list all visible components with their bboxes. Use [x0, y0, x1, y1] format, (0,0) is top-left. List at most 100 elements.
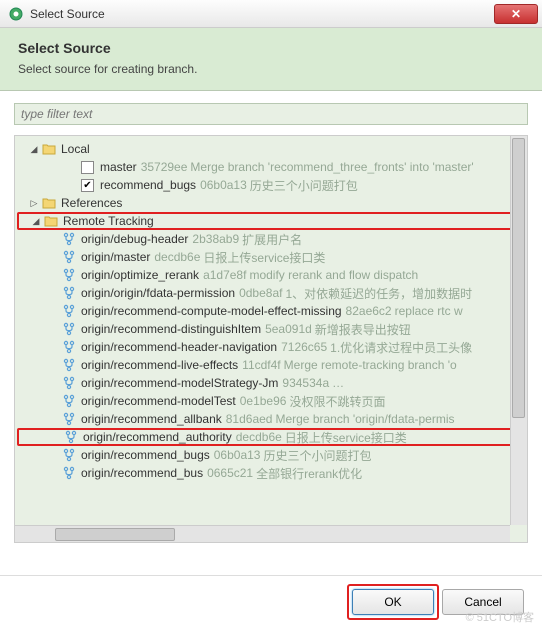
commit-hash: 82ae6c2: [346, 304, 392, 318]
commit-hash: 0dbe8af: [239, 286, 282, 300]
ok-button-highlight: OK: [352, 589, 434, 615]
tree-branch-remote[interactable]: origin/origin/fdata-permission0dbe8af1、对…: [17, 284, 527, 302]
tree-branch-remote[interactable]: origin/recommend-header-navigation 7126c6…: [17, 338, 527, 356]
node-icon: [61, 447, 77, 463]
commit-hash: 81d6aed: [226, 412, 273, 426]
tree-branch-remote[interactable]: origin/recommend-modelStrategy-Jm 934534a…: [17, 374, 527, 392]
commit-hash: 934534a: [282, 376, 329, 390]
expander-icon: ◢: [31, 216, 41, 226]
expander-icon: [49, 162, 59, 172]
scrollbar-thumb[interactable]: [55, 528, 175, 541]
source-tree: ◢Localmaster35729eeMerge branch 'recomme…: [15, 136, 527, 486]
node-icon: [61, 321, 77, 337]
branch-name: origin/optimize_rerank: [81, 268, 199, 282]
node-icon: [43, 213, 59, 229]
commit-msg: replace rtc w: [395, 304, 463, 318]
expander-icon: [49, 360, 59, 370]
node-icon: [61, 285, 77, 301]
node-icon: [63, 429, 79, 445]
tree-branch-local[interactable]: ✔recommend_bugs06b0a13历史三个小问题打包: [17, 176, 527, 194]
commit-hash: decdb6e: [154, 250, 200, 264]
branch-name: origin/debug-header: [81, 232, 188, 246]
node-icon: [61, 339, 77, 355]
tree-scroll[interactable]: ◢Localmaster35729eeMerge branch 'recomme…: [15, 136, 527, 526]
commit-msg: 扩展用户名: [242, 231, 302, 248]
tree-folder-references[interactable]: ▷References: [17, 194, 527, 212]
ok-button[interactable]: OK: [352, 589, 434, 615]
node-icon: [41, 141, 57, 157]
commit-msg: 新增报表导出按钮: [315, 321, 411, 338]
node-icon: [61, 267, 77, 283]
cancel-button[interactable]: Cancel: [442, 589, 524, 615]
checkbox-icon[interactable]: [81, 161, 94, 174]
expander-icon: [49, 252, 59, 262]
tree-branch-remote[interactable]: origin/recommend_bugs06b0a13历史三个小问题打包: [17, 446, 527, 464]
node-icon: [61, 357, 77, 373]
tree-branch-remote[interactable]: origin/recommend-live-effects11cdf4fMerg…: [17, 356, 527, 374]
expander-icon: [49, 468, 59, 478]
node-icon: [61, 231, 77, 247]
expander-icon: [49, 180, 59, 190]
vertical-scrollbar[interactable]: [510, 136, 527, 525]
folder-label: References: [61, 196, 122, 210]
node-icon: [61, 393, 77, 409]
commit-msg: Merge remote-tracking branch 'o: [284, 358, 457, 372]
tree-branch-remote[interactable]: origin/recommend_authority decdb6e日报上传ser…: [17, 428, 527, 446]
tree-branch-remote[interactable]: origin/debug-header 2b38ab9扩展用户名: [17, 230, 527, 248]
node-icon: [61, 303, 77, 319]
close-button[interactable]: ✕: [494, 4, 538, 24]
commit-msg: Merge branch 'recommend_three_fronts' in…: [190, 160, 473, 174]
tree-branch-remote[interactable]: origin/recommend-distinguishItem5ea091d新…: [17, 320, 527, 338]
branch-name: origin/recommend_authority: [83, 430, 232, 444]
commit-hash: 06b0a13: [214, 448, 261, 462]
tree-branch-remote[interactable]: origin/optimize_rerank a1d7e8fmodify rera…: [17, 266, 527, 284]
commit-hash: decdb6e: [236, 430, 282, 444]
commit-msg: 没权限不跳转页面: [289, 393, 385, 410]
commit-msg: 1、对依赖延迟的任务，增加数据时: [285, 285, 472, 302]
node-icon: [61, 249, 77, 265]
branch-name: recommend_bugs: [100, 178, 196, 192]
horizontal-scrollbar[interactable]: [15, 525, 510, 542]
expander-icon: [49, 324, 59, 334]
commit-msg: 1.优化请求过程中员工头像: [330, 339, 472, 356]
expander-icon: [49, 414, 59, 424]
commit-hash: a1d7e8f: [203, 268, 246, 282]
tree-branch-local[interactable]: master35729eeMerge branch 'recommend_thr…: [17, 158, 527, 176]
tree-branch-remote[interactable]: origin/recommend_allbank81d6aedMerge bra…: [17, 410, 527, 428]
branch-name: origin/recommend_allbank: [81, 412, 222, 426]
app-icon: [8, 6, 24, 22]
checkbox-icon[interactable]: ✔: [81, 179, 94, 192]
scrollbar-thumb[interactable]: [512, 138, 525, 418]
expander-icon: [49, 306, 59, 316]
tree-folder-local[interactable]: ◢Local: [17, 140, 527, 158]
branch-name: origin/recommend-header-navigation: [81, 340, 277, 354]
dialog-header: Select Source Select source for creating…: [0, 28, 542, 91]
tree-branch-remote[interactable]: origin/masterdecdb6e日报上传service接口类: [17, 248, 527, 266]
node-icon: [61, 177, 77, 193]
tree-folder-remote-tracking[interactable]: ◢ Remote Tracking: [17, 212, 527, 230]
commit-hash: 2b38ab9: [192, 232, 239, 246]
filter-input[interactable]: [14, 103, 528, 125]
expander-icon: [51, 432, 61, 442]
tree-branch-remote[interactable]: origin/recommend-modelTest0e1be96没权限不跳转页…: [17, 392, 527, 410]
branch-name: origin/recommend_bugs: [81, 448, 210, 462]
branch-name: origin/master: [81, 250, 150, 264]
commit-msg: modify rerank and flow dispatch: [249, 268, 418, 282]
expander-icon: [49, 396, 59, 406]
tree-branch-remote[interactable]: origin/recommend-compute-model-effect-mi…: [17, 302, 527, 320]
window-title: Select Source: [30, 7, 494, 21]
node-icon: [61, 159, 77, 175]
tree-branch-remote[interactable]: origin/recommend_bus0665c21全部银行rerank优化: [17, 464, 527, 482]
commit-msg: 日报上传service接口类: [285, 429, 407, 446]
commit-hash: 0665c21: [207, 466, 253, 480]
branch-name: origin/recommend-live-effects: [81, 358, 238, 372]
commit-hash: 7126c65: [281, 340, 327, 354]
folder-label: Remote Tracking: [63, 214, 154, 228]
node-icon: [41, 195, 57, 211]
branch-name: origin/recommend-modelStrategy-Jm: [81, 376, 278, 390]
expander-icon: [49, 288, 59, 298]
folder-label: Local: [61, 142, 90, 156]
commit-hash: 06b0a13: [200, 178, 247, 192]
commit-msg: …: [332, 376, 344, 390]
dialog-body: ◢Localmaster35729eeMerge branch 'recomme…: [0, 91, 542, 549]
